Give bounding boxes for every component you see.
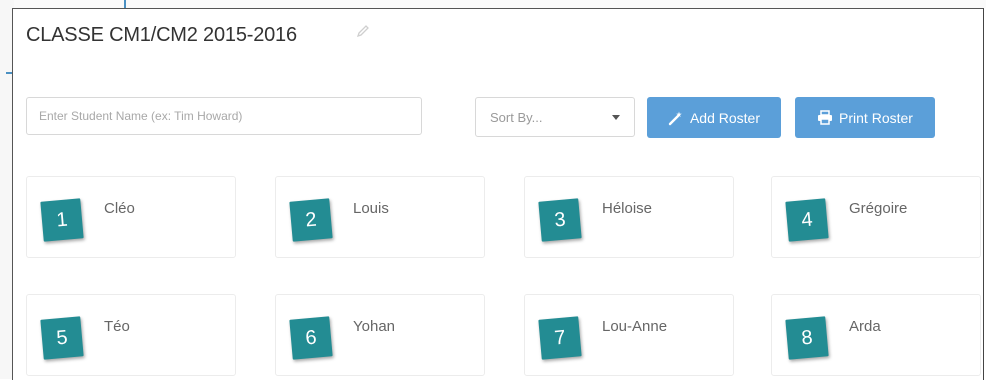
add-roster-label: Add Roster bbox=[689, 109, 761, 126]
student-number-badge: 3 bbox=[538, 198, 582, 242]
student-card[interactable]: 3 Héloise bbox=[524, 176, 734, 258]
student-name-input[interactable] bbox=[26, 97, 422, 135]
add-roster-button[interactable]: Add Roster bbox=[647, 97, 781, 138]
printer-icon bbox=[817, 110, 833, 125]
roster-panel: CLASSE CM1/CM2 2015-2016 Sort By... Add … bbox=[12, 8, 984, 380]
student-number-badge: 4 bbox=[785, 198, 829, 242]
student-card[interactable]: 1 Cléo bbox=[26, 176, 236, 258]
student-name: Yohan bbox=[353, 318, 395, 335]
student-card[interactable]: 2 Louis bbox=[275, 176, 485, 258]
student-number-badge: 1 bbox=[40, 198, 84, 242]
student-card[interactable]: 6 Yohan bbox=[275, 294, 485, 376]
sort-by-select[interactable]: Sort By... bbox=[475, 97, 635, 137]
student-number-badge: 7 bbox=[538, 316, 582, 360]
magic-wand-icon bbox=[668, 110, 684, 126]
student-name: Lou-Anne bbox=[602, 318, 668, 335]
student-name: Arda bbox=[849, 318, 881, 335]
student-number-badge: 6 bbox=[289, 316, 333, 360]
background-page bbox=[0, 0, 986, 8]
student-number-badge: 5 bbox=[40, 316, 84, 360]
student-name: Grégoire bbox=[849, 200, 908, 217]
student-name: Héloise bbox=[602, 200, 653, 217]
student-card[interactable]: 5 Téo bbox=[26, 294, 236, 376]
student-number-badge: 2 bbox=[289, 198, 333, 242]
sort-by-label: Sort By... bbox=[490, 110, 543, 125]
student-card[interactable]: 8 Arda bbox=[771, 294, 981, 376]
print-roster-label: Print Roster bbox=[839, 109, 913, 126]
print-roster-button[interactable]: Print Roster bbox=[795, 97, 935, 138]
student-card[interactable]: 7 Lou-Anne bbox=[524, 294, 734, 376]
roster-title: CLASSE CM1/CM2 2015-2016 bbox=[26, 24, 297, 46]
student-name: Cléo bbox=[104, 200, 135, 217]
student-name: Louis bbox=[353, 200, 389, 217]
student-card[interactable]: 4 Grégoire bbox=[771, 176, 981, 258]
pencil-icon[interactable] bbox=[355, 23, 371, 39]
student-number-badge: 8 bbox=[785, 316, 829, 360]
caret-down-icon bbox=[612, 115, 620, 120]
student-name: Téo bbox=[104, 318, 130, 335]
